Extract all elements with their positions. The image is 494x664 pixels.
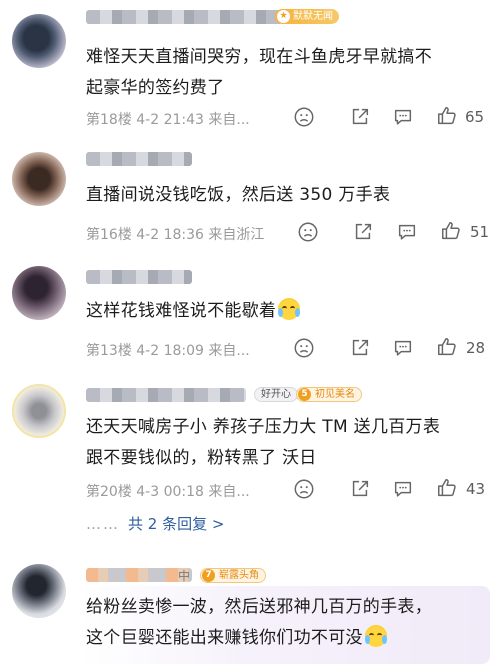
dislike-button[interactable] xyxy=(293,106,317,130)
username-blurred[interactable] xyxy=(86,568,192,582)
comment-text-line: 跟不要钱似的，粉转黑了 沃日 xyxy=(86,448,317,468)
crying-laughing-emoji-icon xyxy=(364,625,387,647)
user-avatar[interactable] xyxy=(12,266,66,320)
badge-star-icon: ★ xyxy=(277,10,290,23)
frown-icon xyxy=(294,107,314,127)
comment-text-line: 这个巨婴还能出来赚钱你们功不可没 xyxy=(86,623,480,654)
reply-button[interactable] xyxy=(396,221,420,245)
like-button[interactable] xyxy=(436,105,460,129)
like-button[interactable] xyxy=(436,477,460,501)
dislike-button[interactable] xyxy=(293,337,317,361)
user-avatar[interactable] xyxy=(12,564,66,618)
comment-meta: 第13楼 4-2 18:09 来自... xyxy=(86,343,250,359)
user-badge: ★ 默默无闻 xyxy=(275,9,339,24)
user-avatar[interactable] xyxy=(12,152,66,206)
comment-text: 给粉丝卖惨一波，然后送邪神几百万的手表， 这个巨婴还能出来赚钱你们功不可没 xyxy=(86,592,480,654)
view-replies-link[interactable]: …… 共 2 条回复 > xyxy=(86,513,224,534)
like-button[interactable] xyxy=(436,336,460,360)
share-icon xyxy=(352,108,369,125)
thumbs-up-icon xyxy=(442,222,460,240)
comment-icon xyxy=(394,481,412,497)
comment-text-span: 这个巨婴还能出来赚钱你们功不可没 xyxy=(86,628,363,648)
frown-icon xyxy=(294,338,314,358)
level-number: 7 xyxy=(202,569,215,582)
share-button[interactable] xyxy=(349,337,373,361)
comment-icon xyxy=(394,340,412,356)
like-count: 43 xyxy=(466,480,486,498)
share-button[interactable] xyxy=(349,478,373,502)
user-avatar[interactable] xyxy=(12,14,66,68)
comment-text-span: 这样花钱难怪说不能歇着 xyxy=(86,301,277,321)
comment-text: 这样花钱难怪说不能歇着 xyxy=(86,296,480,327)
comment-text-line: 这样花钱难怪说不能歇着 xyxy=(86,296,480,327)
comment-meta: 第20楼 4-3 00:18 来自... xyxy=(86,484,250,500)
comment-meta: 第18楼 4-2 21:43 来自... xyxy=(86,112,250,128)
share-button[interactable] xyxy=(349,106,373,130)
share-icon xyxy=(352,339,369,356)
share-icon xyxy=(352,480,369,497)
dots-prefix: …… xyxy=(86,515,120,533)
comment-icon xyxy=(398,224,416,240)
crying-laughing-emoji-icon xyxy=(278,298,301,320)
like-button[interactable] xyxy=(440,220,464,244)
comment-meta: 第16楼 4-2 18:36 来自浙江 xyxy=(86,227,265,243)
level-badge: 5 初见美名 xyxy=(296,387,362,402)
comment-text-line: 起豪华的签约费了 xyxy=(86,78,225,98)
username-blurred[interactable] xyxy=(86,152,192,166)
comment-text-line: 还天天喊房子小 养孩子压力大 TM 送几百万表 xyxy=(86,417,441,437)
comment-text: 直播间说没钱吃饭，然后送 350 万手表 xyxy=(86,180,480,211)
reply-button[interactable] xyxy=(392,337,416,361)
user-avatar[interactable] xyxy=(12,384,66,438)
dislike-button[interactable] xyxy=(297,221,321,245)
badge-label: 崭露头角 xyxy=(219,570,259,581)
level-number: 5 xyxy=(298,388,311,401)
thumbs-up-icon xyxy=(438,338,456,356)
comment-text: 难怪天天直播间哭穷，现在斗鱼虎牙早就搞不 起豪华的签约费了 xyxy=(86,42,480,104)
username-blurred[interactable] xyxy=(86,270,192,284)
badge-label: 初见美名 xyxy=(315,389,355,400)
username-suffix: 中 xyxy=(178,569,191,583)
comment-icon xyxy=(394,109,412,125)
frown-icon xyxy=(294,479,314,499)
reply-button[interactable] xyxy=(392,106,416,130)
comment-text-line: 给粉丝卖惨一波，然后送邪神几百万的手表， xyxy=(86,597,432,617)
comment-text: 还天天喊房子小 养孩子压力大 TM 送几百万表 跟不要钱似的，粉转黑了 沃日 xyxy=(86,412,480,474)
like-count: 28 xyxy=(466,339,486,357)
user-tag: 好开心 xyxy=(254,387,298,402)
view-replies-label: 共 2 条回复 > xyxy=(128,515,225,533)
frown-icon xyxy=(298,222,318,242)
username-blurred[interactable] xyxy=(86,10,286,24)
comment-text-line: 难怪天天直播间哭穷，现在斗鱼虎牙早就搞不 xyxy=(86,47,432,67)
like-count: 65 xyxy=(465,108,485,126)
share-button[interactable] xyxy=(352,221,376,245)
thumbs-up-icon xyxy=(438,107,456,125)
comment-text-line: 直播间说没钱吃饭，然后送 350 万手表 xyxy=(86,185,391,205)
level-badge: 7 崭露头角 xyxy=(200,568,266,583)
dislike-button[interactable] xyxy=(293,478,317,502)
username-blurred[interactable] xyxy=(86,388,246,402)
thumbs-up-icon xyxy=(438,479,456,497)
badge-label: 默默无闻 xyxy=(293,11,333,22)
share-icon xyxy=(355,223,372,240)
reply-button[interactable] xyxy=(392,478,416,502)
like-count: 51 xyxy=(470,223,490,241)
